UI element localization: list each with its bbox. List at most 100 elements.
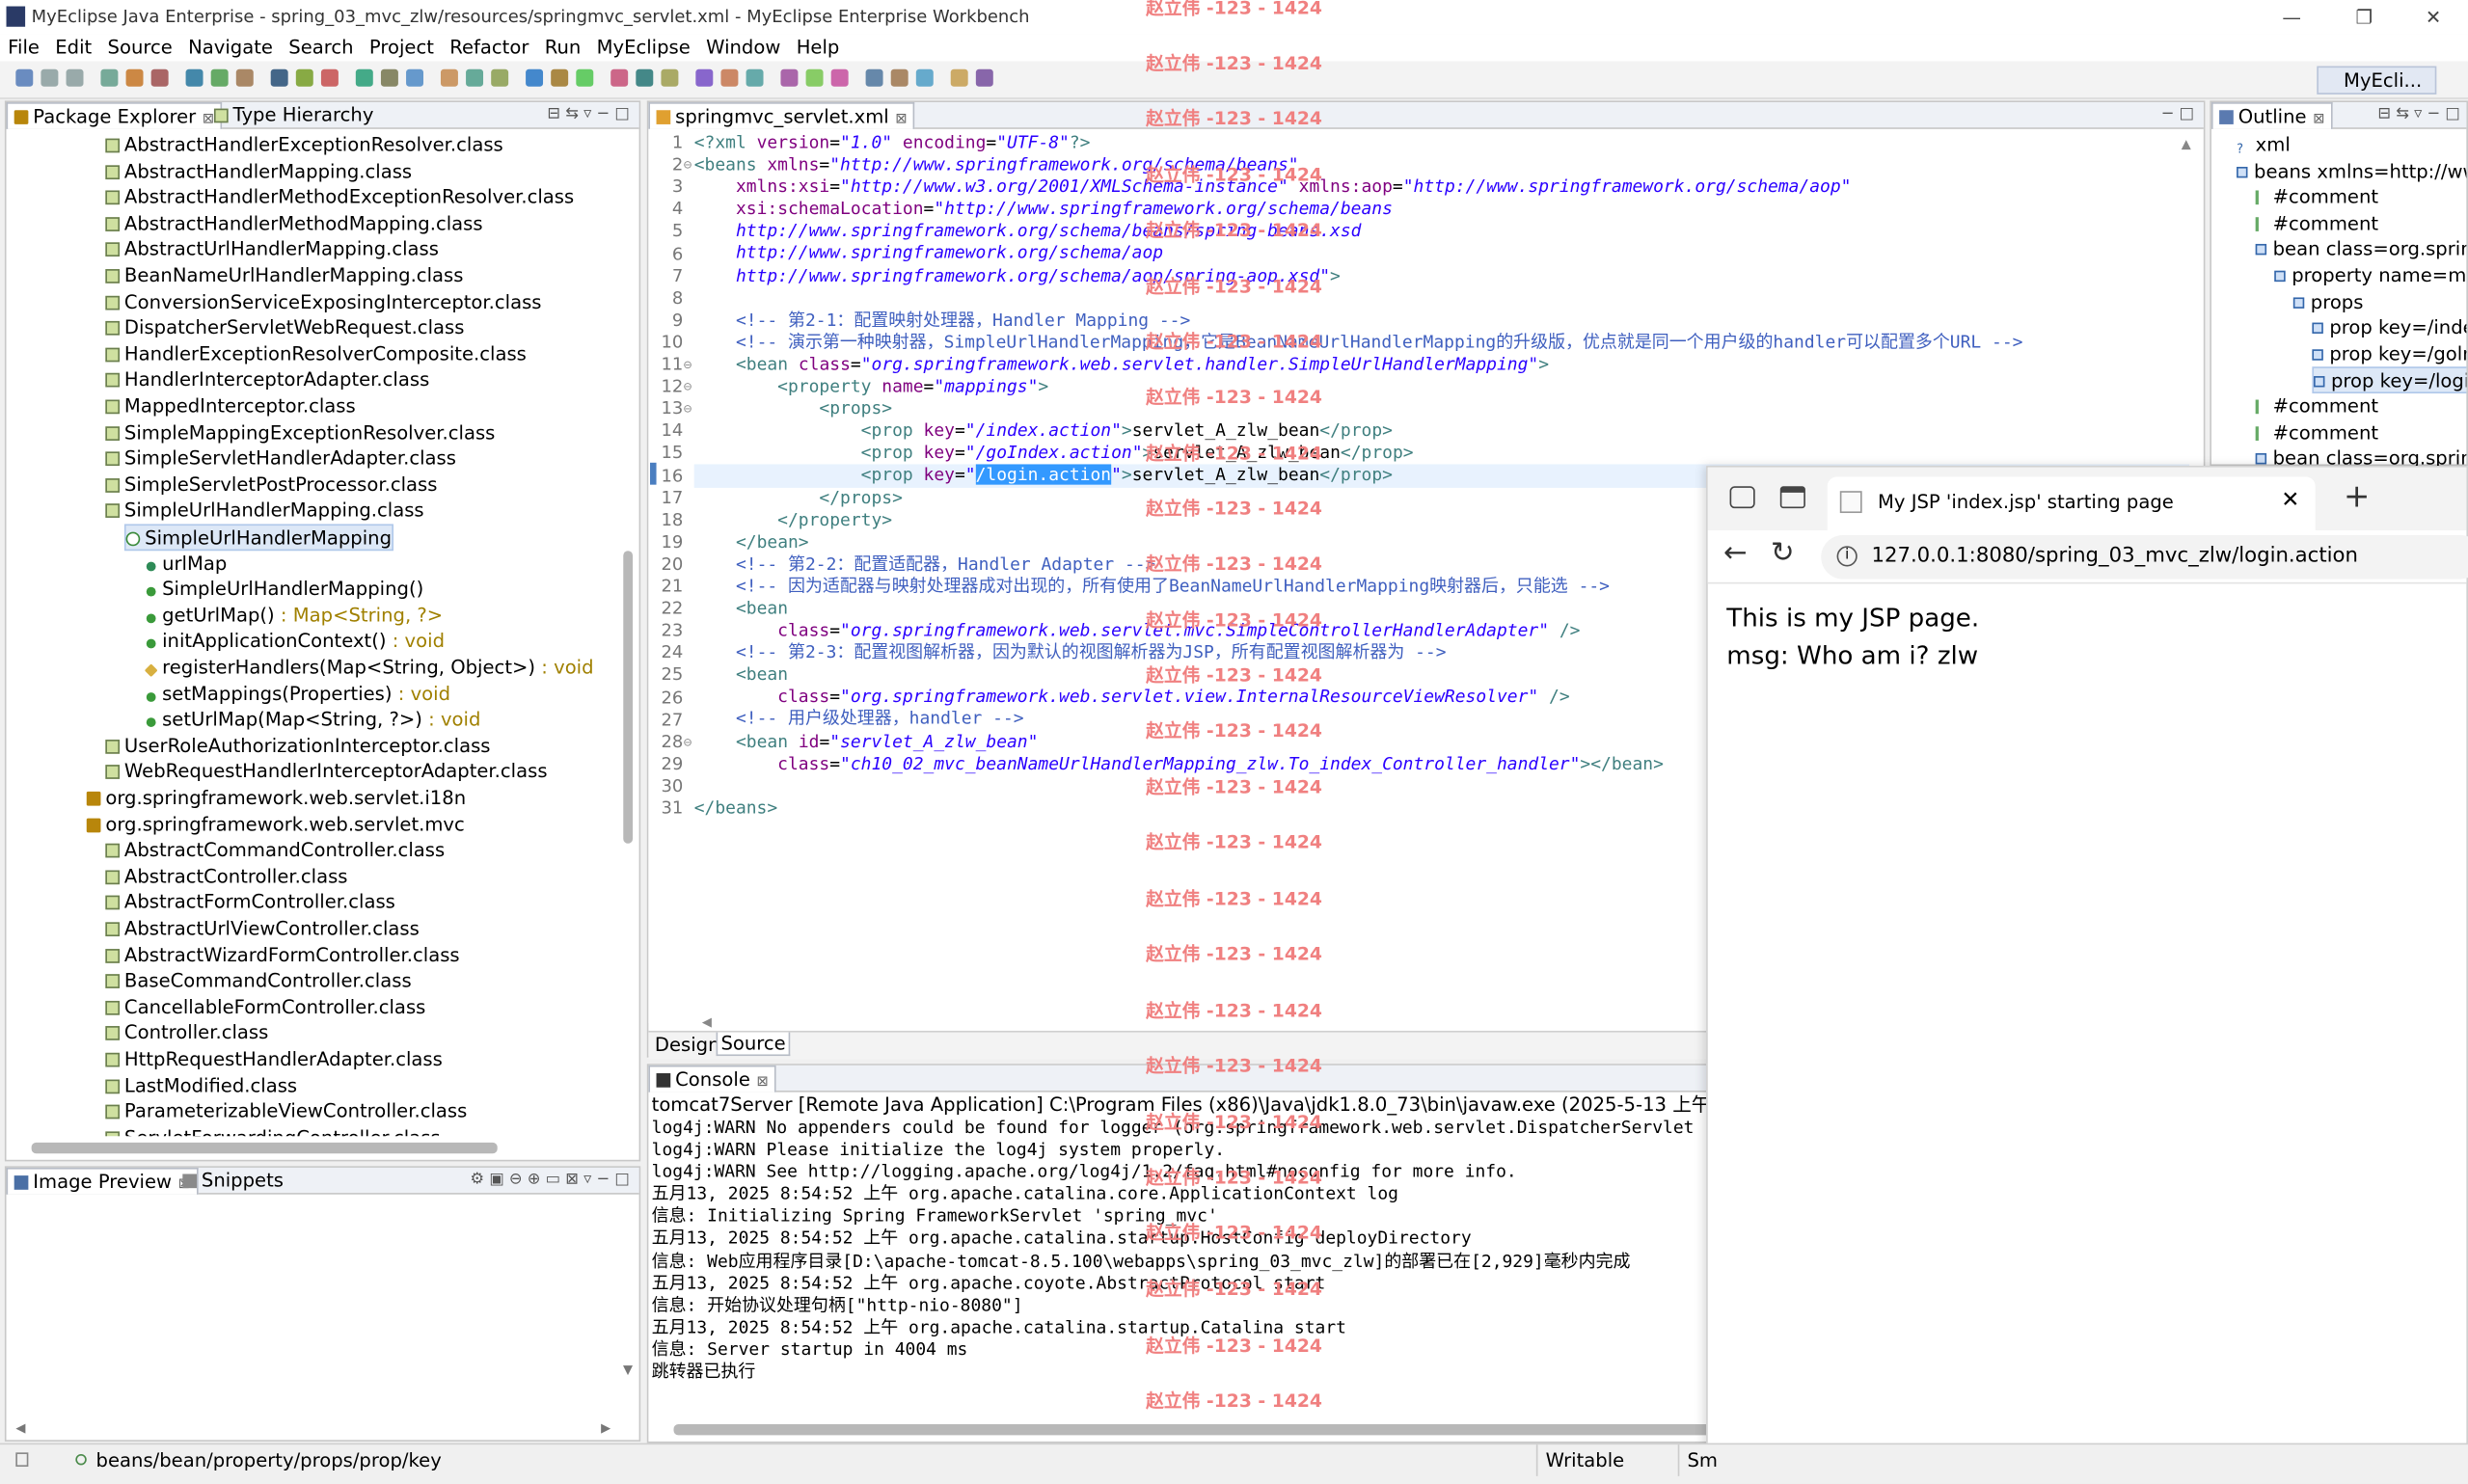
tree-item[interactable]: AbstractHandlerMethodMapping.class [105,210,483,236]
tree-item[interactable]: BeanNameUrlHandlerMapping.class [105,263,463,289]
tree-item[interactable]: SimpleServletHandlerAdapter.class [105,445,456,472]
back-arrow-icon[interactable]: ← [1723,537,1748,570]
outline-item[interactable]: prop key=/goln [2312,341,2466,367]
tree-item[interactable]: Controller.class [105,1020,268,1046]
tab-source[interactable]: Source [716,1032,791,1057]
tree-item[interactable]: org.springframework.web.servlet.mvc [86,811,465,837]
vertical-tabs-icon[interactable] [1779,486,1805,509]
editor-scroll-up-icon[interactable]: ▲ [2182,137,2191,151]
tree-item[interactable]: AbstractHandlerMethodExceptionResolver.c… [105,184,574,210]
tree-item[interactable]: DispatcherServletWebRequest.class [105,315,464,341]
panel-view-menu-icon[interactable]: ⊟ ⇆ ▿ − □ [547,105,629,122]
tree-item[interactable]: AbstractUrlViewController.class [105,916,420,942]
tab-springmvc-servlet-xml[interactable]: springmvc_servlet.xml ⊠ [648,102,915,129]
menu-search[interactable]: Search [281,35,362,62]
tree-item[interactable]: CancellableFormController.class [105,994,425,1020]
close-tab-icon[interactable]: ✕ [2281,488,2299,513]
outline-item[interactable]: bean class=org.springf [2255,236,2466,262]
menu-refactor[interactable]: Refactor [442,35,536,62]
menu-navigate[interactable]: Navigate [180,35,281,62]
menu-project[interactable]: Project [362,35,442,62]
toolbar-tool-icon[interactable] [270,68,288,87]
minimize-button[interactable]: — [2261,0,2323,35]
site-info-icon[interactable]: i [1836,546,1858,567]
toolbar-tool-icon[interactable] [66,68,84,87]
outline-item[interactable]: #comment [2255,184,2378,210]
outline-item[interactable]: prop key=/login [2312,366,2467,393]
toolbar-tool-icon[interactable] [720,68,739,87]
horizontal-scrollbar[interactable] [31,1142,498,1154]
tree-item[interactable]: AbstractWizardFormController.class [105,942,460,968]
tree-item[interactable]: urlMap [144,551,227,577]
tree-item[interactable]: AbstractHandlerMapping.class [105,158,412,184]
menu-file[interactable]: File [0,35,47,62]
outline-item[interactable]: props [2292,289,2363,315]
outline-item[interactable]: #comment [2255,419,2378,445]
tree-item[interactable]: ConversionServiceExposingInterceptor.cla… [105,289,542,315]
toolbar-tool-icon[interactable] [551,68,569,87]
toolbar-tool-icon[interactable] [320,68,339,87]
tree-item[interactable]: org.springframework.web.servlet.i18n [86,785,466,811]
toolbar-tool-icon[interactable] [406,68,424,87]
toolbar-tool-icon[interactable] [805,68,824,87]
tree-item[interactable]: ParameterizableViewController.class [105,1098,467,1124]
toolbar-tool-icon[interactable] [830,68,849,87]
outline-item[interactable]: bean class=org.springf [2255,445,2466,466]
tab-outline[interactable]: Outline ⊠ [2210,102,2333,129]
toolbar-tool-icon[interactable] [780,68,799,87]
toolbar-tool-icon[interactable] [210,68,229,87]
toolbar-tool-icon[interactable] [125,68,144,87]
toolbar-tool-icon[interactable] [15,68,34,87]
tree-item[interactable]: AbstractUrlHandlerMapping.class [105,236,439,262]
tab-type-hierarchy[interactable]: Type Hierarchy [207,102,380,129]
tree-item[interactable]: registerHandlers(Map<String, Object>) : … [144,655,594,681]
tree-item[interactable]: HttpRequestHandlerAdapter.class [105,1046,443,1072]
preview-scroll-arrows[interactable]: ◀ ▶ [15,1421,610,1436]
tree-item[interactable]: WebRequestHandlerInterceptorAdapter.clas… [105,759,548,785]
tree-item[interactable]: HandlerExceptionResolverComposite.class [105,341,527,367]
menu-window[interactable]: Window [698,35,789,62]
toolbar-tool-icon[interactable] [355,68,373,87]
tree-item[interactable]: getUrlMap() : Map<String, ?> [144,603,443,629]
toolbar-tool-icon[interactable] [491,68,509,87]
tree-item[interactable]: AbstractCommandController.class [105,838,445,864]
tree-item[interactable]: setUrlMap(Map<String, ?>) : void [144,707,480,733]
tab-console[interactable]: Console ⊠ [648,1065,776,1093]
close-icon[interactable]: ⊠ [895,112,907,127]
close-icon[interactable]: ⊠ [2313,112,2324,127]
menu-run[interactable]: Run [537,35,589,62]
tree-item[interactable]: AbstractFormController.class [105,890,395,916]
close-icon[interactable]: ⊠ [756,1075,768,1091]
tree-item[interactable]: AbstractHandlerExceptionResolver.class [105,132,503,158]
outline-item[interactable]: prop key=/index [2312,315,2466,341]
toolbar-tool-icon[interactable] [610,68,629,87]
toolbar-tool-icon[interactable] [950,68,968,87]
perspective-myeclipse-button[interactable]: MyEcli... [2317,66,2437,94]
toolbar-tool-icon[interactable] [150,68,169,87]
fold-toggle-icon[interactable]: ⊖ [683,398,692,420]
toolbar-tool-icon[interactable] [466,68,484,87]
toolbar-tool-icon[interactable] [636,68,654,87]
outline-item[interactable]: #comment [2255,210,2378,236]
tree-item[interactable]: MappedInterceptor.class [105,393,356,419]
toolbar-tool-icon[interactable] [865,68,883,87]
editor-scroll-left-icon[interactable]: ◀ [702,1015,712,1030]
toolbar-tool-icon[interactable] [185,68,203,87]
tab-snippets[interactable]: Snippets [176,1168,290,1195]
tree-item[interactable]: SimpleMappingExceptionResolver.class [105,419,495,445]
reload-icon[interactable]: ↻ [1771,537,1795,570]
tree-item[interactable]: SimpleUrlHandlerMapping.class [105,498,424,524]
outline-item[interactable]: beans xmlns=http://www [2237,158,2466,184]
tree-item[interactable]: ServletForwardingController.class [105,1125,441,1137]
tab-image-preview[interactable]: Image Preview⊠ [6,1167,199,1195]
fold-toggle-icon[interactable]: ⊖ [683,154,692,176]
tree-item[interactable]: initApplicationContext() : void [144,629,445,655]
browser-tab-active[interactable]: My JSP 'index.jsp' starting page ✕ [1827,476,2316,530]
editor-window-controls[interactable]: − □ [2161,105,2194,122]
tab-package-explorer[interactable]: Package Explorer ⊠ [6,102,223,129]
tree-item[interactable]: BaseCommandController.class [105,968,412,994]
preview-scroll-down-icon[interactable]: ▼ [623,1363,633,1377]
outline-item[interactable]: property name=map [2274,263,2466,289]
tree-item[interactable]: SimpleUrlHandlerMapping() [144,577,424,603]
fold-toggle-icon[interactable]: ⊖ [683,731,692,753]
